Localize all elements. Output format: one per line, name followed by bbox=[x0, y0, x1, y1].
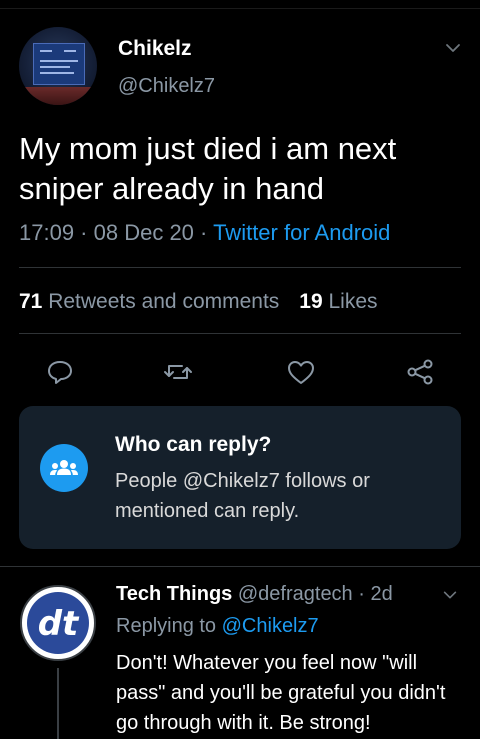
tweet-text: My mom just died i am next sniper alread… bbox=[19, 131, 397, 206]
like-icon[interactable] bbox=[285, 356, 317, 388]
reply-header: Tech Things @defragtech · 2d bbox=[116, 583, 393, 606]
author-name[interactable]: Chikelz bbox=[118, 37, 192, 61]
meta-separator: · bbox=[193, 220, 214, 245]
who-can-reply-title: Who can reply? bbox=[115, 433, 272, 456]
reply-author-avatar[interactable]: dt bbox=[19, 584, 97, 662]
replying-to: Replying to @Chikelz7 bbox=[116, 615, 319, 638]
chevron-down-icon[interactable] bbox=[441, 586, 459, 604]
retweets-stat[interactable]: 71 Retweets and comments bbox=[19, 290, 279, 313]
reply-icon[interactable] bbox=[44, 356, 76, 388]
share-icon[interactable] bbox=[404, 356, 436, 388]
thread-line bbox=[57, 668, 59, 739]
tweet-time: 17:09 bbox=[19, 220, 75, 245]
reply-separator: · bbox=[352, 583, 371, 605]
tweet-source-link[interactable]: Twitter for Android bbox=[213, 220, 390, 245]
who-can-reply-card: Who can reply? People @Chikelz7 follows … bbox=[19, 406, 461, 549]
top-divider bbox=[0, 8, 480, 9]
author-avatar[interactable] bbox=[19, 27, 97, 105]
meta-separator: · bbox=[74, 220, 94, 245]
who-can-reply-body: People @Chikelz7 follows or mentioned ca… bbox=[115, 470, 370, 522]
divider bbox=[19, 267, 461, 268]
reply-author-name[interactable]: Tech Things bbox=[116, 583, 232, 605]
author-handle[interactable]: @Chikelz7 bbox=[118, 75, 215, 98]
retweets-label: Retweets and comments bbox=[42, 290, 280, 313]
reply-text: Don't! Whatever you feel now "will pass"… bbox=[116, 652, 446, 734]
tweet-meta: 17:09 · 08 Dec 20 · Twitter for Android bbox=[19, 220, 390, 246]
reply-author-handle[interactable]: @defragtech bbox=[232, 583, 353, 605]
likes-count: 19 bbox=[299, 290, 323, 313]
replying-to-mention[interactable]: @Chikelz7 bbox=[222, 615, 319, 637]
retweet-icon[interactable] bbox=[162, 356, 194, 388]
people-icon bbox=[40, 444, 88, 492]
reply-age: 2d bbox=[370, 583, 393, 605]
divider bbox=[0, 566, 480, 567]
avatar-scoreboard-graphic bbox=[33, 43, 85, 85]
replying-to-label: Replying to bbox=[116, 615, 222, 637]
tweet-date: 08 Dec 20 bbox=[93, 220, 194, 245]
reply-avatar-logo-text: dt bbox=[38, 604, 80, 644]
likes-stat[interactable]: 19 Likes bbox=[299, 290, 377, 313]
retweets-count: 71 bbox=[19, 290, 43, 313]
likes-label: Likes bbox=[322, 290, 378, 313]
divider bbox=[19, 333, 461, 334]
tweet-stats: 71 Retweets and comments 19 Likes bbox=[19, 290, 378, 314]
chevron-down-icon[interactable] bbox=[443, 38, 463, 58]
avatar-crowd-graphic bbox=[19, 87, 97, 105]
